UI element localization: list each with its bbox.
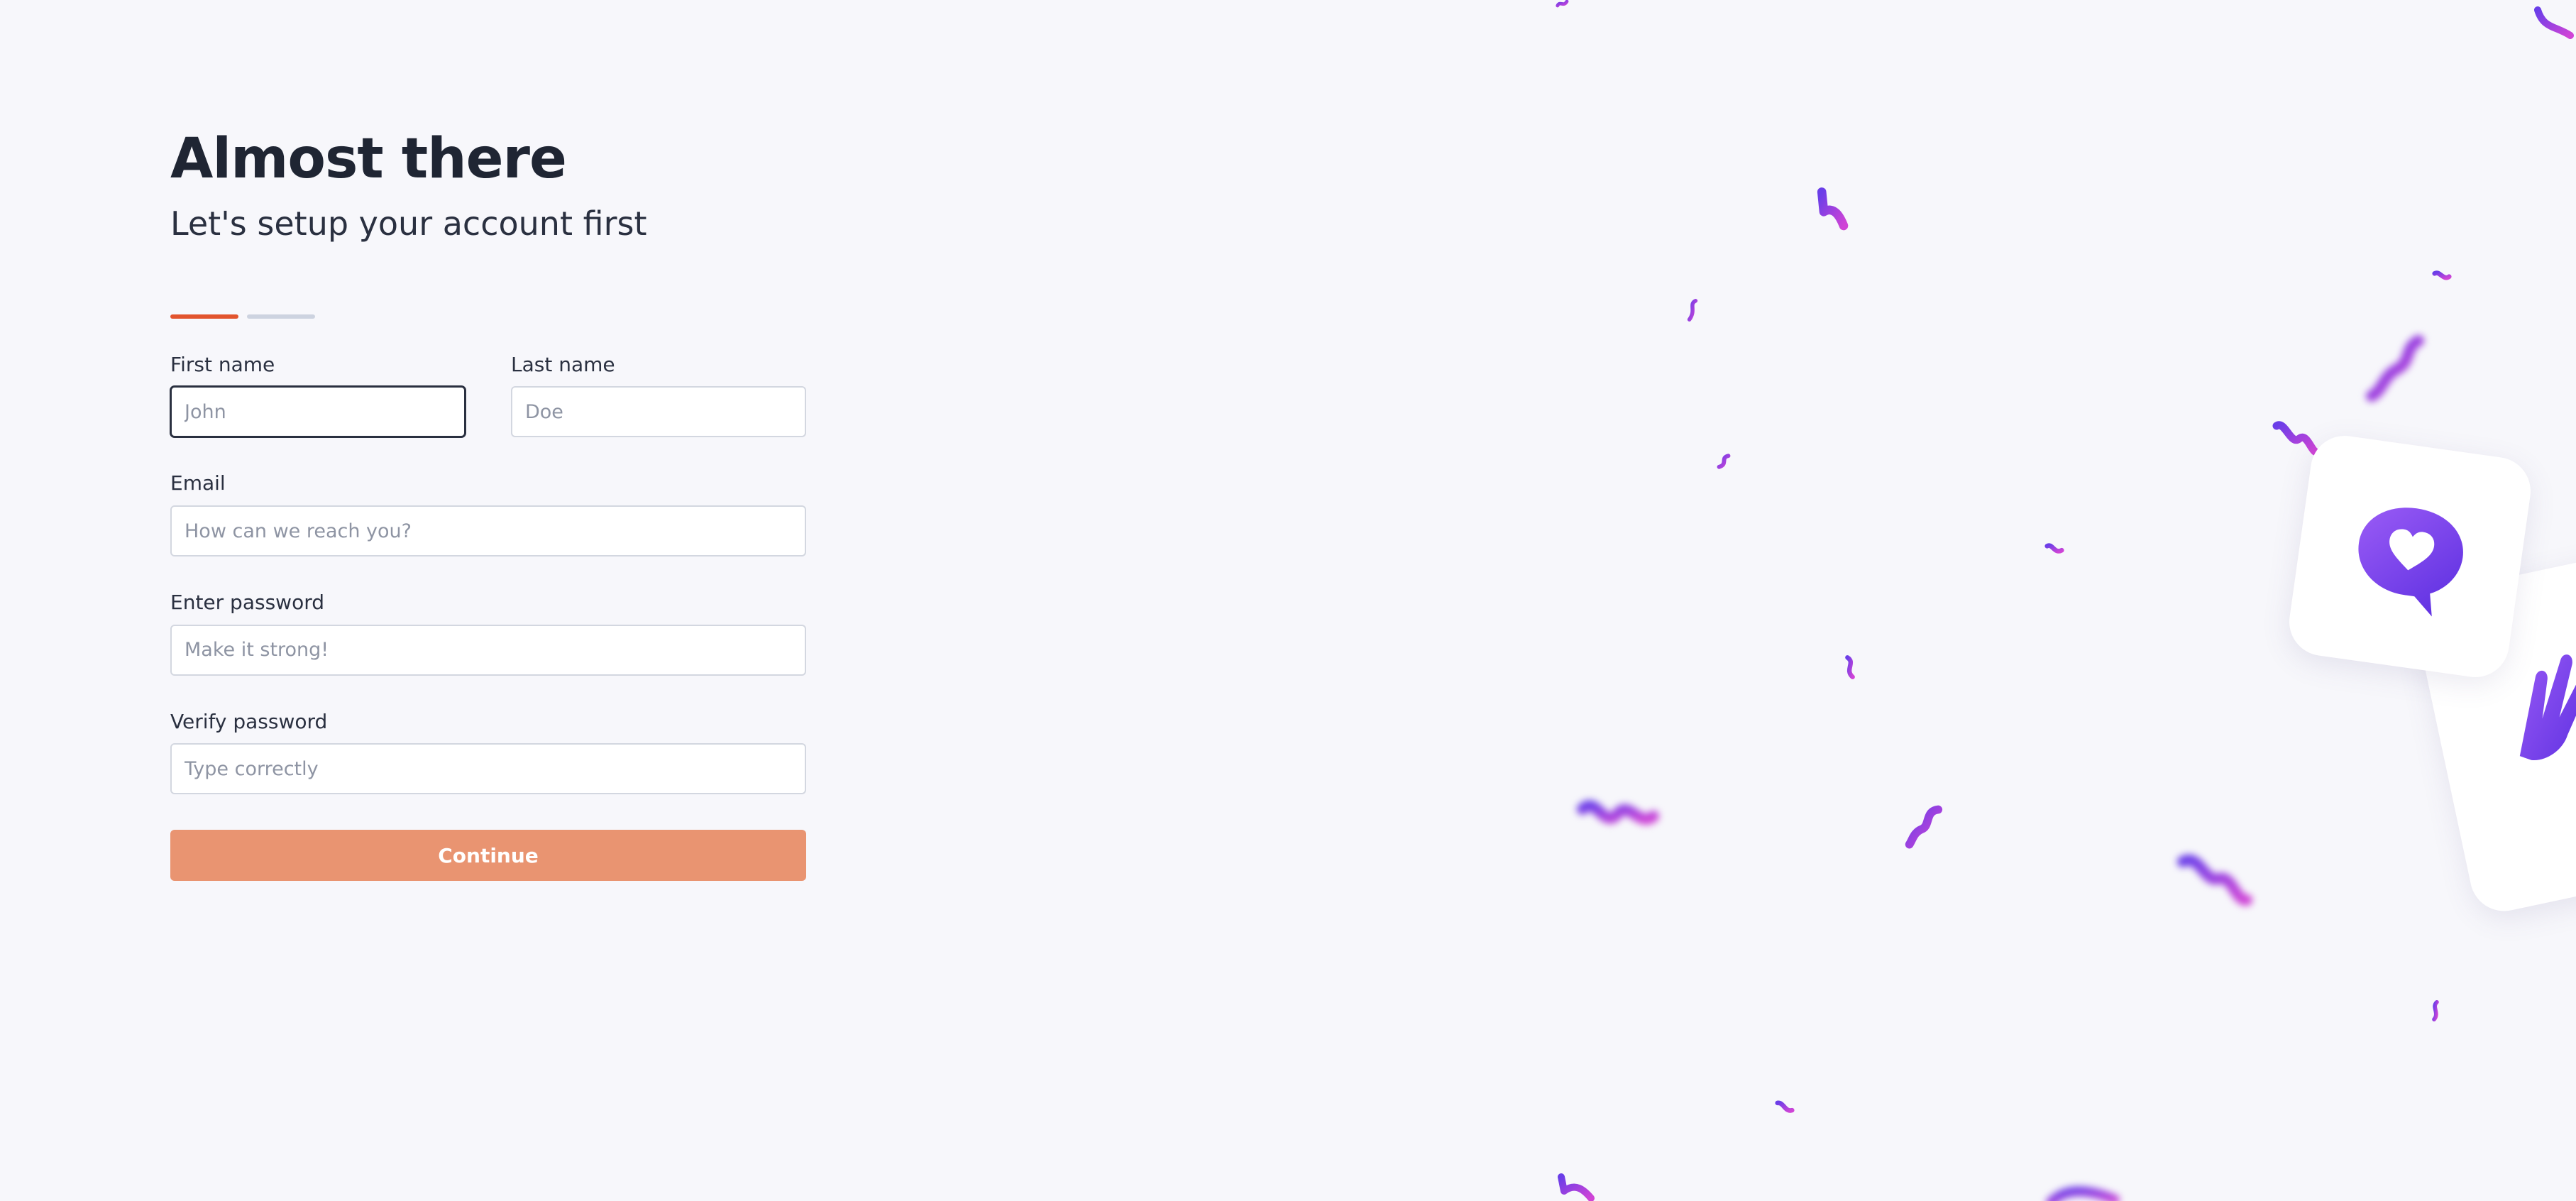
first-name-label: First name <box>170 352 275 376</box>
first-name-group: First name <box>170 353 466 438</box>
password-group: Enter password <box>170 591 806 676</box>
heart-chat-card <box>2284 431 2536 682</box>
page-subtitle: Let's setup your account first <box>170 204 647 243</box>
confetti-icon <box>2044 541 2065 556</box>
email-group: Email <box>170 471 806 557</box>
confetti-icon <box>1556 1170 1598 1201</box>
last-name-field[interactable] <box>511 386 806 438</box>
name-row: First name Last name <box>170 353 806 438</box>
confetti-icon <box>2431 268 2453 284</box>
password-field[interactable] <box>170 624 806 676</box>
email-field[interactable] <box>170 505 806 557</box>
password-label: Enter password <box>170 591 324 615</box>
continue-button[interactable]: Continue <box>170 830 806 882</box>
signup-form: First name Last name Email Enter passwor… <box>170 353 806 882</box>
last-name-group: Last name <box>511 353 806 438</box>
step-indicator-1 <box>170 314 238 319</box>
first-name-field[interactable] <box>170 386 466 438</box>
confetti-icon <box>2532 0 2575 40</box>
confetti-icon <box>2176 848 2254 911</box>
verify-password-label: Verify password <box>170 709 328 733</box>
email-label: Email <box>170 471 226 495</box>
confetti-icon <box>1685 298 1700 322</box>
confetti-icon <box>2428 999 2443 1022</box>
step-progress <box>170 314 806 319</box>
last-name-label: Last name <box>511 352 615 376</box>
decorative-illustration <box>1490 0 2576 1201</box>
confetti-icon <box>2044 1181 2122 1201</box>
confetti-icon <box>1714 451 1733 471</box>
signup-form-panel: Almost there Let's setup your account fi… <box>170 127 806 882</box>
confetti-icon <box>1575 788 1661 838</box>
confetti-icon <box>1814 186 1854 236</box>
confetti-icon <box>1774 1099 1795 1114</box>
heart-chat-icon <box>2358 508 2463 617</box>
confetti-icon <box>2271 417 2321 457</box>
verify-password-group: Verify password <box>170 710 806 795</box>
signup-page: Almost there Let's setup your account fi… <box>0 0 2576 1201</box>
confetti-icon <box>2362 334 2433 405</box>
verify-password-field[interactable] <box>170 743 806 795</box>
confetti-icon <box>1902 804 1947 849</box>
confetti-icon <box>1842 654 1858 680</box>
page-title: Almost there <box>170 127 567 191</box>
confetti-icon <box>1554 0 1571 10</box>
step-indicator-2 <box>247 314 315 319</box>
